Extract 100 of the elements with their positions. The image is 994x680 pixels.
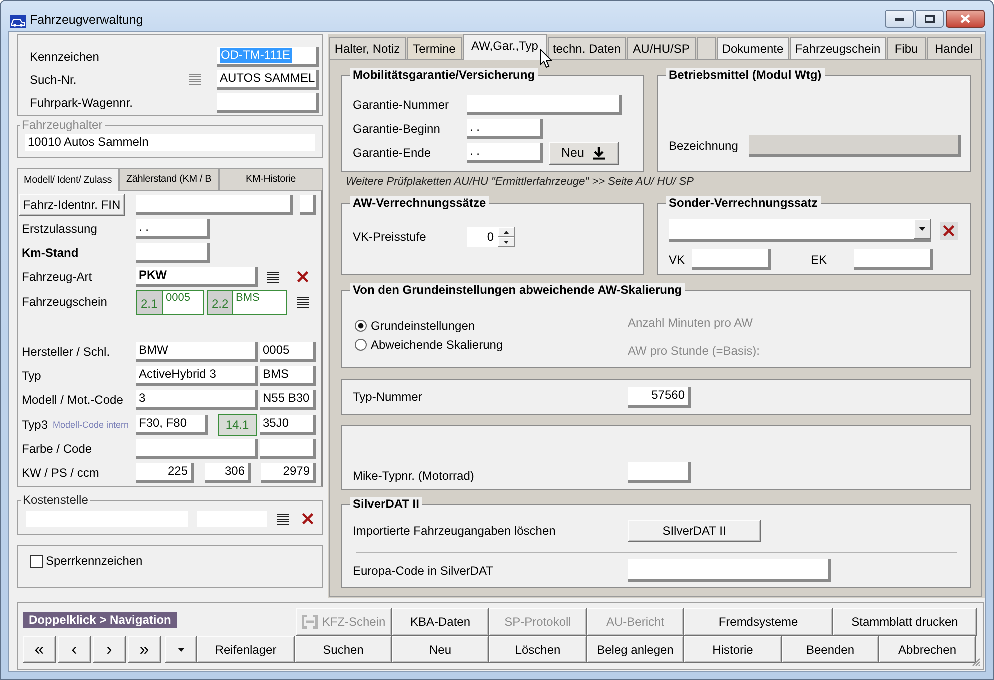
- toolbar-button[interactable]: Neu: [392, 636, 489, 663]
- text-field[interactable]: . .: [467, 143, 543, 163]
- toolbar-button[interactable]: Stammblatt drucken: [833, 608, 977, 636]
- list-icon[interactable]: [267, 272, 279, 282]
- tab[interactable]: Fahrzeugschein: [790, 37, 886, 59]
- field-label: Such-Nr.: [30, 72, 78, 86]
- registration-field[interactable]: BMS: [233, 290, 287, 314]
- silverdat-button[interactable]: SIlverDAT II: [628, 520, 761, 542]
- tab[interactable]: Fibu: [887, 37, 926, 59]
- radio-icon[interactable]: [355, 338, 367, 350]
- delete-icon[interactable]: [302, 513, 314, 525]
- tab[interactable]: AW,Gar.,Typ: [463, 34, 547, 60]
- toolbar-button[interactable]: Beenden: [782, 636, 879, 663]
- minimize-button[interactable]: [885, 10, 914, 28]
- number-field[interactable]: 306: [205, 463, 251, 483]
- tab[interactable]: Dokumente: [717, 37, 789, 59]
- navigation-button[interactable]: «: [23, 636, 56, 663]
- toolbar-button[interactable]: Fremdsysteme: [684, 608, 833, 636]
- radio-icon[interactable]: [355, 320, 367, 332]
- navigation-button[interactable]: ‹: [58, 636, 91, 663]
- text-field[interactable]: [628, 559, 831, 582]
- field-label: Importierte Fahrzeugangaben löschen: [353, 524, 557, 538]
- field-label: Typ3: [22, 418, 48, 432]
- text-field[interactable]: [260, 439, 316, 459]
- number-field[interactable]: 2979: [261, 463, 316, 483]
- text-field[interactable]: PKW: [136, 267, 258, 287]
- tab[interactable]: AU/HU/SP: [627, 37, 696, 59]
- text-field[interactable]: BMW: [136, 342, 258, 362]
- group-title: Mobilitätsgarantie/Versicherung: [350, 68, 538, 83]
- dropdown-button[interactable]: [914, 219, 931, 239]
- field-label: Typ-Nummer: [353, 390, 424, 404]
- tab[interactable]: KM-Historie: [219, 168, 323, 190]
- fin-button[interactable]: Fahrz-Identnr. FIN: [19, 194, 125, 216]
- field-label: Garantie-Nummer: [353, 98, 450, 112]
- car-icon: [10, 15, 26, 28]
- tab[interactable]: Termine: [407, 37, 462, 59]
- number-field[interactable]: 57560: [628, 386, 691, 408]
- text-field[interactable]: . .: [467, 119, 543, 139]
- info-label: Anzahl Minuten pro AW: [628, 316, 754, 330]
- field-label: Europa-Code in SilverDAT: [353, 564, 495, 578]
- group-title: Kostenstelle: [22, 493, 90, 507]
- tab[interactable]: Handel: [927, 37, 981, 59]
- text-field[interactable]: [217, 92, 319, 112]
- list-icon[interactable]: [277, 514, 289, 524]
- text-field[interactable]: 0005: [260, 342, 316, 362]
- text-field[interactable]: 3: [136, 390, 258, 410]
- list-icon[interactable]: [297, 296, 309, 308]
- toolbar-button[interactable]: Beleg anlegen: [587, 636, 684, 663]
- checkbox-option[interactable]: Sperrkennzeichen: [30, 554, 143, 568]
- field-label: Km-Stand: [22, 246, 80, 260]
- mouse-pointer-icon: [540, 49, 552, 68]
- spin-up-button[interactable]: [498, 227, 515, 237]
- text-field[interactable]: [136, 243, 210, 263]
- field-label: VK-Preisstufe: [353, 230, 428, 244]
- text-field[interactable]: F30, F80: [136, 414, 208, 434]
- text-field[interactable]: [136, 439, 258, 459]
- spin-down-button[interactable]: [498, 237, 515, 247]
- caret-down-icon: [178, 648, 184, 652]
- number-field[interactable]: 225: [136, 463, 194, 483]
- maximize-button[interactable]: [915, 10, 944, 28]
- radio-option[interactable]: Abweichende Skalierung: [355, 335, 628, 354]
- text-field[interactable]: ActiveHybrid 3: [136, 366, 258, 386]
- text-field[interactable]: 35J0: [260, 414, 316, 434]
- text-field[interactable]: [854, 249, 933, 270]
- text-field[interactable]: . .: [136, 219, 210, 239]
- delete-icon[interactable]: [297, 271, 309, 283]
- number-field[interactable]: 0: [467, 227, 498, 247]
- text-field[interactable]: [628, 462, 691, 483]
- navigation-button[interactable]: ›: [93, 636, 126, 663]
- tab[interactable]: techn. Daten: [548, 37, 626, 59]
- toolbar-button[interactable]: Suchen: [295, 636, 392, 663]
- group-title: AW-Verrechnungssätze: [350, 196, 490, 211]
- toolbar-button[interactable]: Historie: [684, 636, 782, 663]
- text-field[interactable]: BMS: [260, 366, 316, 386]
- text-field[interactable]: N55 B30: [260, 390, 316, 410]
- tab[interactable]: Zählerstand (KM / B: [119, 168, 219, 190]
- text-field[interactable]: [467, 95, 622, 115]
- field-label: Hersteller / Schl.: [22, 345, 112, 359]
- dropdown-field[interactable]: [669, 219, 931, 242]
- text-field[interactable]: AUTOS SAMMEL: [217, 70, 319, 90]
- toolbar-button[interactable]: Abbrechen: [879, 636, 976, 663]
- close-button[interactable]: [946, 10, 985, 28]
- toolbar-button[interactable]: KBA-Daten: [392, 608, 489, 636]
- text-field[interactable]: 10010 Autos Sammeln: [25, 134, 315, 151]
- toolbar-button[interactable]: Löschen: [489, 636, 587, 663]
- delete-icon[interactable]: [940, 222, 958, 240]
- toolbar-button[interactable]: Reifenlager: [197, 636, 295, 663]
- text-field[interactable]: [136, 194, 293, 214]
- new-button[interactable]: Neu: [549, 142, 619, 164]
- resize-grip-icon[interactable]: [971, 657, 981, 667]
- group-title: Betriebsmittel (Modul Wtg): [666, 68, 825, 83]
- text-field[interactable]: [692, 249, 771, 270]
- navigation-button[interactable]: »: [128, 636, 161, 663]
- checkbox-icon[interactable]: [30, 554, 43, 568]
- tab[interactable]: Modell/ Ident/ Zulass: [17, 168, 119, 191]
- tab[interactable]: Halter, Notiz: [329, 37, 406, 59]
- radio-option[interactable]: Grundeinstellungen: [355, 316, 628, 335]
- model-code-tag: 14.1: [218, 414, 257, 436]
- text-field[interactable]: [300, 194, 316, 214]
- registration-field[interactable]: 0005: [163, 290, 204, 314]
